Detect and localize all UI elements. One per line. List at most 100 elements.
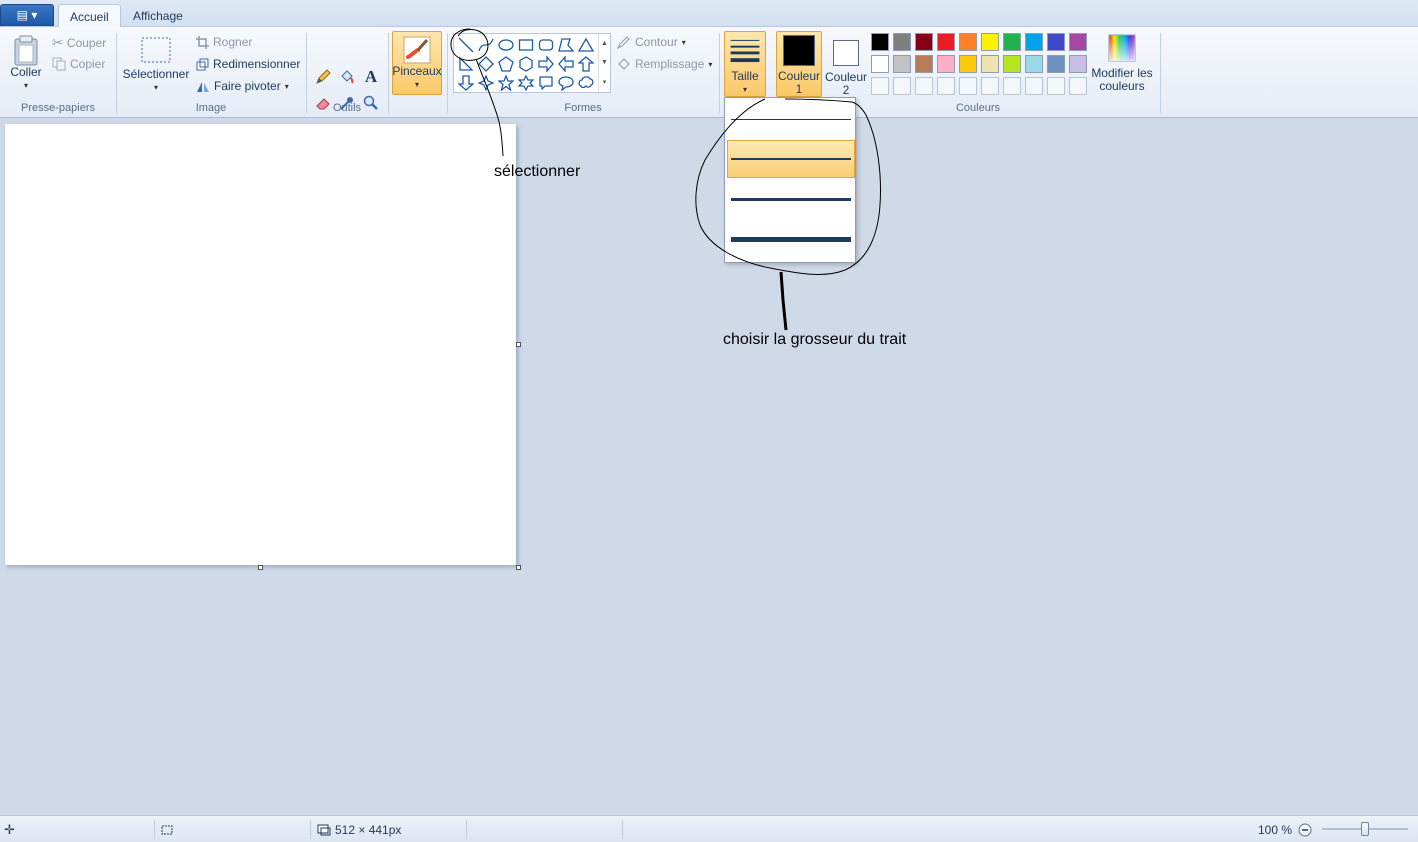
outline-button[interactable]: Contour ▾	[617, 35, 686, 49]
polygon-shape[interactable]	[556, 35, 576, 54]
left-arrow-icon	[558, 55, 574, 72]
resize-handle-right[interactable]	[516, 342, 521, 347]
tab-home[interactable]: Accueil	[58, 4, 121, 28]
crop-button[interactable]: Rogner	[196, 35, 252, 49]
palette-swatch[interactable]	[1069, 33, 1087, 51]
eraser-tool[interactable]	[312, 92, 334, 114]
right-triangle-shape[interactable]	[456, 54, 476, 73]
status-divider	[466, 820, 467, 839]
palette-swatch[interactable]	[959, 55, 977, 73]
oval-shape[interactable]	[496, 35, 516, 54]
expand-gallery-icon[interactable]: ▾	[603, 78, 607, 86]
color-picker-tool[interactable]	[336, 92, 358, 114]
cut-button[interactable]: ✂ Couper	[52, 35, 106, 51]
palette-swatch[interactable]	[937, 55, 955, 73]
six-point-star-shape[interactable]	[516, 73, 536, 92]
palette-swatch[interactable]	[871, 33, 889, 51]
custom-color-slot[interactable]	[1047, 77, 1065, 95]
palette-swatch[interactable]	[893, 33, 911, 51]
custom-color-slot[interactable]	[1069, 77, 1087, 95]
shapes-scrollbar[interactable]: ▲ ▼ ▾	[598, 34, 610, 92]
diamond-shape[interactable]	[476, 54, 496, 73]
fill-button[interactable]: Remplissage ▾	[617, 57, 712, 71]
custom-color-slot[interactable]	[1003, 77, 1021, 95]
five-point-star-shape[interactable]	[496, 73, 516, 92]
palette-swatch[interactable]	[981, 55, 999, 73]
scroll-down-icon[interactable]: ▼	[601, 59, 608, 66]
resize-button[interactable]: Redimensionner	[196, 57, 300, 71]
edit-colors-button[interactable]: Modifier les couleurs	[1088, 33, 1156, 93]
rounded-rectangle-shape[interactable]	[536, 35, 556, 54]
hexagon-shape[interactable]	[516, 54, 536, 73]
brush-icon	[403, 36, 431, 64]
rounded-callout-shape[interactable]	[536, 73, 556, 92]
left-arrow-shape[interactable]	[556, 54, 576, 73]
tab-view[interactable]: Affichage	[122, 4, 194, 27]
pentagon-shape[interactable]	[496, 54, 516, 73]
palette-swatch[interactable]	[1025, 33, 1043, 51]
palette-swatch[interactable]	[893, 55, 911, 73]
zoom-out-button[interactable]	[1298, 816, 1312, 842]
custom-color-slot[interactable]	[959, 77, 977, 95]
size-button[interactable]: Taille ▾	[724, 31, 766, 97]
palette-swatch[interactable]	[1047, 55, 1065, 73]
select-button[interactable]: Sélectionner ▾	[122, 36, 190, 94]
palette-swatch[interactable]	[1069, 55, 1087, 73]
separator	[719, 33, 720, 113]
cursor-position: ✛	[4, 816, 15, 842]
resize-handle-bottom[interactable]	[258, 565, 263, 570]
palette-swatch[interactable]	[915, 55, 933, 73]
pencil-tool[interactable]	[312, 66, 334, 88]
paste-button[interactable]: Coller ▾	[8, 34, 44, 92]
color1-button[interactable]: Couleur 1	[776, 31, 822, 97]
custom-color-slot[interactable]	[1025, 77, 1043, 95]
resize-label: Redimensionner	[213, 57, 301, 71]
size-option-1[interactable]	[727, 100, 855, 138]
paint-menu-button[interactable]: ▤ ▾	[0, 4, 54, 26]
line-shape[interactable]	[456, 35, 476, 54]
brushes-button[interactable]: Pinceaux ▾	[392, 31, 442, 95]
size-option-2[interactable]	[727, 140, 855, 178]
custom-color-slot[interactable]	[893, 77, 911, 95]
four-point-star-shape[interactable]	[476, 73, 496, 92]
curve-shape[interactable]	[476, 35, 496, 54]
triangle-shape[interactable]	[576, 35, 596, 54]
palette-swatch[interactable]	[981, 33, 999, 51]
scroll-up-icon[interactable]: ▲	[601, 40, 608, 47]
down-arrow-shape[interactable]	[456, 73, 476, 92]
up-arrow-icon	[578, 55, 594, 72]
text-tool[interactable]: A	[360, 66, 382, 88]
color2-button[interactable]: Couleur 2	[824, 31, 868, 97]
rotate-button[interactable]: Faire pivoter ▾	[196, 79, 289, 93]
custom-color-slot[interactable]	[981, 77, 999, 95]
palette-swatch[interactable]	[1047, 33, 1065, 51]
custom-color-slot[interactable]	[937, 77, 955, 95]
scissors-icon: ✂	[52, 35, 63, 50]
palette-swatch[interactable]	[1003, 55, 1021, 73]
palette-swatch[interactable]	[915, 33, 933, 51]
palette-swatch[interactable]	[937, 33, 955, 51]
copy-button[interactable]: Copier	[52, 57, 105, 71]
right-arrow-shape[interactable]	[536, 54, 556, 73]
rectangle-shape[interactable]	[516, 35, 536, 54]
custom-color-slot[interactable]	[871, 77, 889, 95]
oval-callout-shape[interactable]	[556, 73, 576, 92]
custom-color-slot[interactable]	[915, 77, 933, 95]
up-arrow-shape[interactable]	[576, 54, 596, 73]
zoom-level: 100 %	[1258, 822, 1293, 837]
size-option-4[interactable]	[727, 220, 855, 258]
magnifier-tool[interactable]	[360, 92, 382, 114]
size-option-3[interactable]	[727, 180, 855, 218]
drawing-canvas[interactable]	[5, 124, 516, 565]
palette-swatch[interactable]	[1025, 55, 1043, 73]
palette-swatch[interactable]	[871, 55, 889, 73]
fill-tool[interactable]	[336, 66, 358, 88]
rounded-rectangle-icon	[538, 38, 554, 51]
diamond-icon	[478, 55, 494, 72]
palette-swatch[interactable]	[1003, 33, 1021, 51]
right-arrow-icon	[538, 55, 554, 72]
zoom-slider-thumb[interactable]	[1361, 822, 1369, 836]
resize-handle-corner[interactable]	[516, 565, 521, 570]
palette-swatch[interactable]	[959, 33, 977, 51]
cloud-callout-shape[interactable]	[576, 73, 596, 92]
